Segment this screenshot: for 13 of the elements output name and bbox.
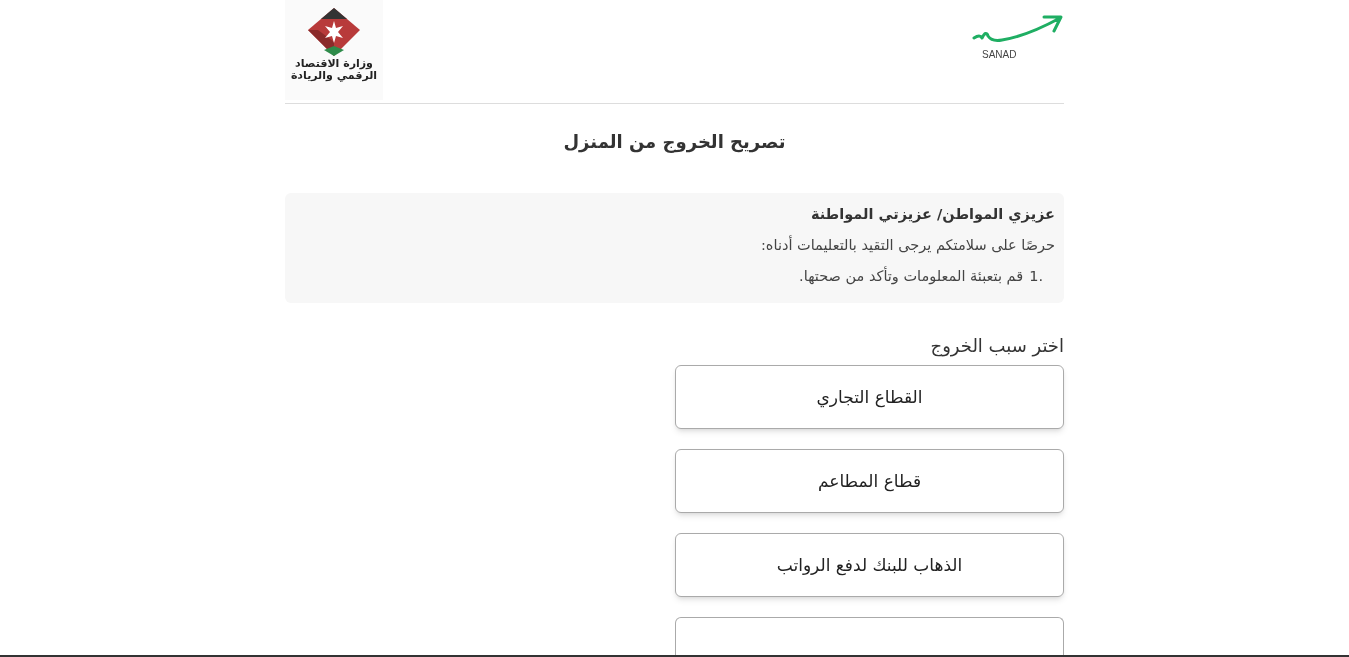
logo-text: SANAD	[982, 50, 1017, 60]
section-label: اختر سبب الخروج	[929, 334, 1064, 359]
list-number: 1.	[1029, 266, 1043, 286]
page-title: تصريح الخروج من المنزل	[562, 130, 787, 155]
reason-button[interactable]: قطاع المطاعم	[675, 449, 1064, 514]
list-text: قم بتعبئة المعلومات وتأكد من صحتها.	[799, 265, 1024, 287]
logo-text: وزارة الاقتصاد	[295, 58, 373, 70]
notice-text: حرصًا على سلامتكم يرجى التقيد بالتعليمات أدناه:	[760, 234, 1055, 256]
reason-button[interactable]: القطاع التجاري	[675, 365, 1064, 430]
logo-text: الرقمي والريادة	[290, 70, 378, 82]
notice-heading: عزيزي المواطن/ عزيزتي المواطنة	[809, 205, 1055, 226]
reason-button[interactable]	[675, 617, 1064, 657]
reason-button[interactable]: الذهاب للبنك لدفع الرواتب	[675, 533, 1064, 598]
